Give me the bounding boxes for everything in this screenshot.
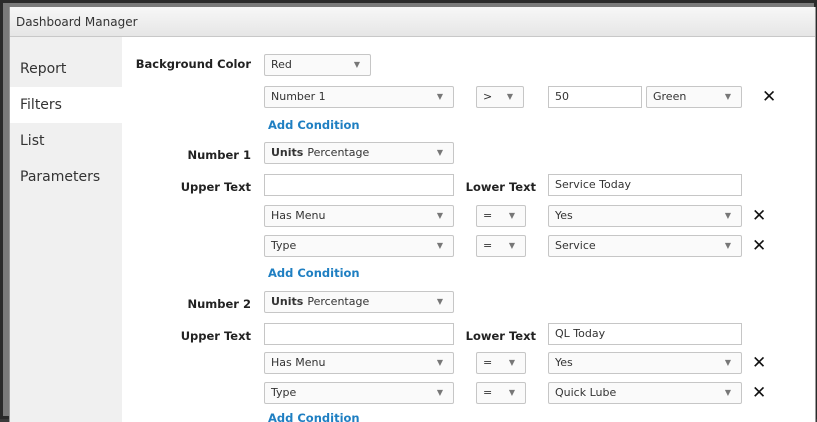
chevron-down-icon: ▼ (508, 358, 515, 367)
chevron-down-icon: ▼ (353, 60, 360, 69)
remove-condition-icon[interactable]: ✕ (752, 238, 766, 255)
number1-condition1-operator-select[interactable]: = ▼ (476, 205, 526, 227)
chevron-down-icon: ▼ (724, 388, 731, 397)
add-condition-link[interactable]: Add Condition (268, 118, 360, 132)
number1-lower-text-label: Lower Text (465, 180, 536, 194)
chevron-down-icon: ▼ (436, 358, 443, 367)
number1-condition2-operator-select[interactable]: = ▼ (476, 235, 526, 257)
chevron-down-icon: ▼ (436, 211, 443, 220)
number1-label: Number 1 (187, 148, 251, 162)
number2-condition2-field-select[interactable]: Type ▼ (264, 382, 454, 404)
chevron-down-icon: ▼ (724, 92, 731, 101)
remove-condition-icon[interactable]: ✕ (762, 89, 776, 106)
remove-condition-icon[interactable]: ✕ (752, 355, 766, 372)
add-condition-link[interactable]: Add Condition (268, 266, 360, 280)
number2-lower-text-label: Lower Text (465, 329, 536, 343)
window-title: Dashboard Manager (16, 15, 138, 29)
chevron-down-icon: ▼ (724, 241, 731, 250)
number1-upper-text-label: Upper Text (180, 180, 251, 194)
number2-units-select[interactable]: Units Percentage ▼ (264, 291, 454, 313)
background-condition-field-select[interactable]: Number 1 ▼ (264, 86, 454, 108)
chevron-down-icon: ▼ (506, 92, 513, 101)
chevron-down-icon: ▼ (436, 241, 443, 250)
number1-units-select[interactable]: Units Percentage ▼ (264, 142, 454, 164)
chevron-down-icon: ▼ (436, 388, 443, 397)
sidebar-item-report[interactable]: Report (10, 51, 122, 87)
number2-label: Number 2 (187, 297, 251, 311)
chevron-down-icon: ▼ (508, 388, 515, 397)
sidebar-item-filters[interactable]: Filters (10, 87, 122, 123)
number2-condition2-operator-select[interactable]: = ▼ (476, 382, 526, 404)
filters-panel: Background Color Red ▼ Number 1 ▼ > ▼ 50 Gr… (122, 37, 815, 422)
chevron-down-icon: ▼ (508, 211, 515, 220)
chevron-down-icon: ▼ (436, 92, 443, 101)
background-condition-value-input[interactable]: 50 (548, 86, 642, 108)
number1-condition2-value-select[interactable]: Service ▼ (548, 235, 742, 257)
remove-condition-icon[interactable]: ✕ (752, 385, 766, 402)
background-color-label: Background Color (135, 57, 251, 71)
background-color-select[interactable]: Red ▼ (264, 54, 371, 76)
number2-upper-text-input[interactable] (264, 323, 454, 345)
number1-condition1-field-select[interactable]: Has Menu ▼ (264, 205, 454, 227)
chevron-down-icon: ▼ (724, 211, 731, 220)
number1-lower-text-input[interactable]: Service Today (548, 174, 742, 196)
sidebar-item-parameters[interactable]: Parameters (10, 159, 122, 195)
remove-condition-icon[interactable]: ✕ (752, 208, 766, 225)
number2-condition2-value-select[interactable]: Quick Lube ▼ (548, 382, 742, 404)
background-condition-color-select[interactable]: Green ▼ (646, 86, 742, 108)
number2-upper-text-label: Upper Text (180, 329, 251, 343)
sidebar-item-list[interactable]: List (10, 123, 122, 159)
dashboard-manager-window: Dashboard Manager Report Filters List Pa… (9, 7, 816, 422)
chevron-down-icon: ▼ (436, 148, 443, 157)
chevron-down-icon: ▼ (724, 358, 731, 367)
number2-condition1-field-select[interactable]: Has Menu ▼ (264, 352, 454, 374)
number2-lower-text-input[interactable]: QL Today (548, 323, 742, 345)
number2-condition1-operator-select[interactable]: = ▼ (476, 352, 526, 374)
chevron-down-icon: ▼ (508, 241, 515, 250)
title-bar: Dashboard Manager (10, 7, 815, 37)
number1-upper-text-input[interactable] (264, 174, 454, 196)
number2-condition1-value-select[interactable]: Yes ▼ (548, 352, 742, 374)
add-condition-link[interactable]: Add Condition (268, 411, 360, 422)
background-condition-operator-select[interactable]: > ▼ (476, 86, 524, 108)
sidebar: Report Filters List Parameters (10, 37, 122, 422)
number1-condition1-value-select[interactable]: Yes ▼ (548, 205, 742, 227)
chevron-down-icon: ▼ (436, 297, 443, 306)
screen-frame: Dashboard Manager Report Filters List Pa… (0, 0, 817, 422)
number1-condition2-field-select[interactable]: Type ▼ (264, 235, 454, 257)
